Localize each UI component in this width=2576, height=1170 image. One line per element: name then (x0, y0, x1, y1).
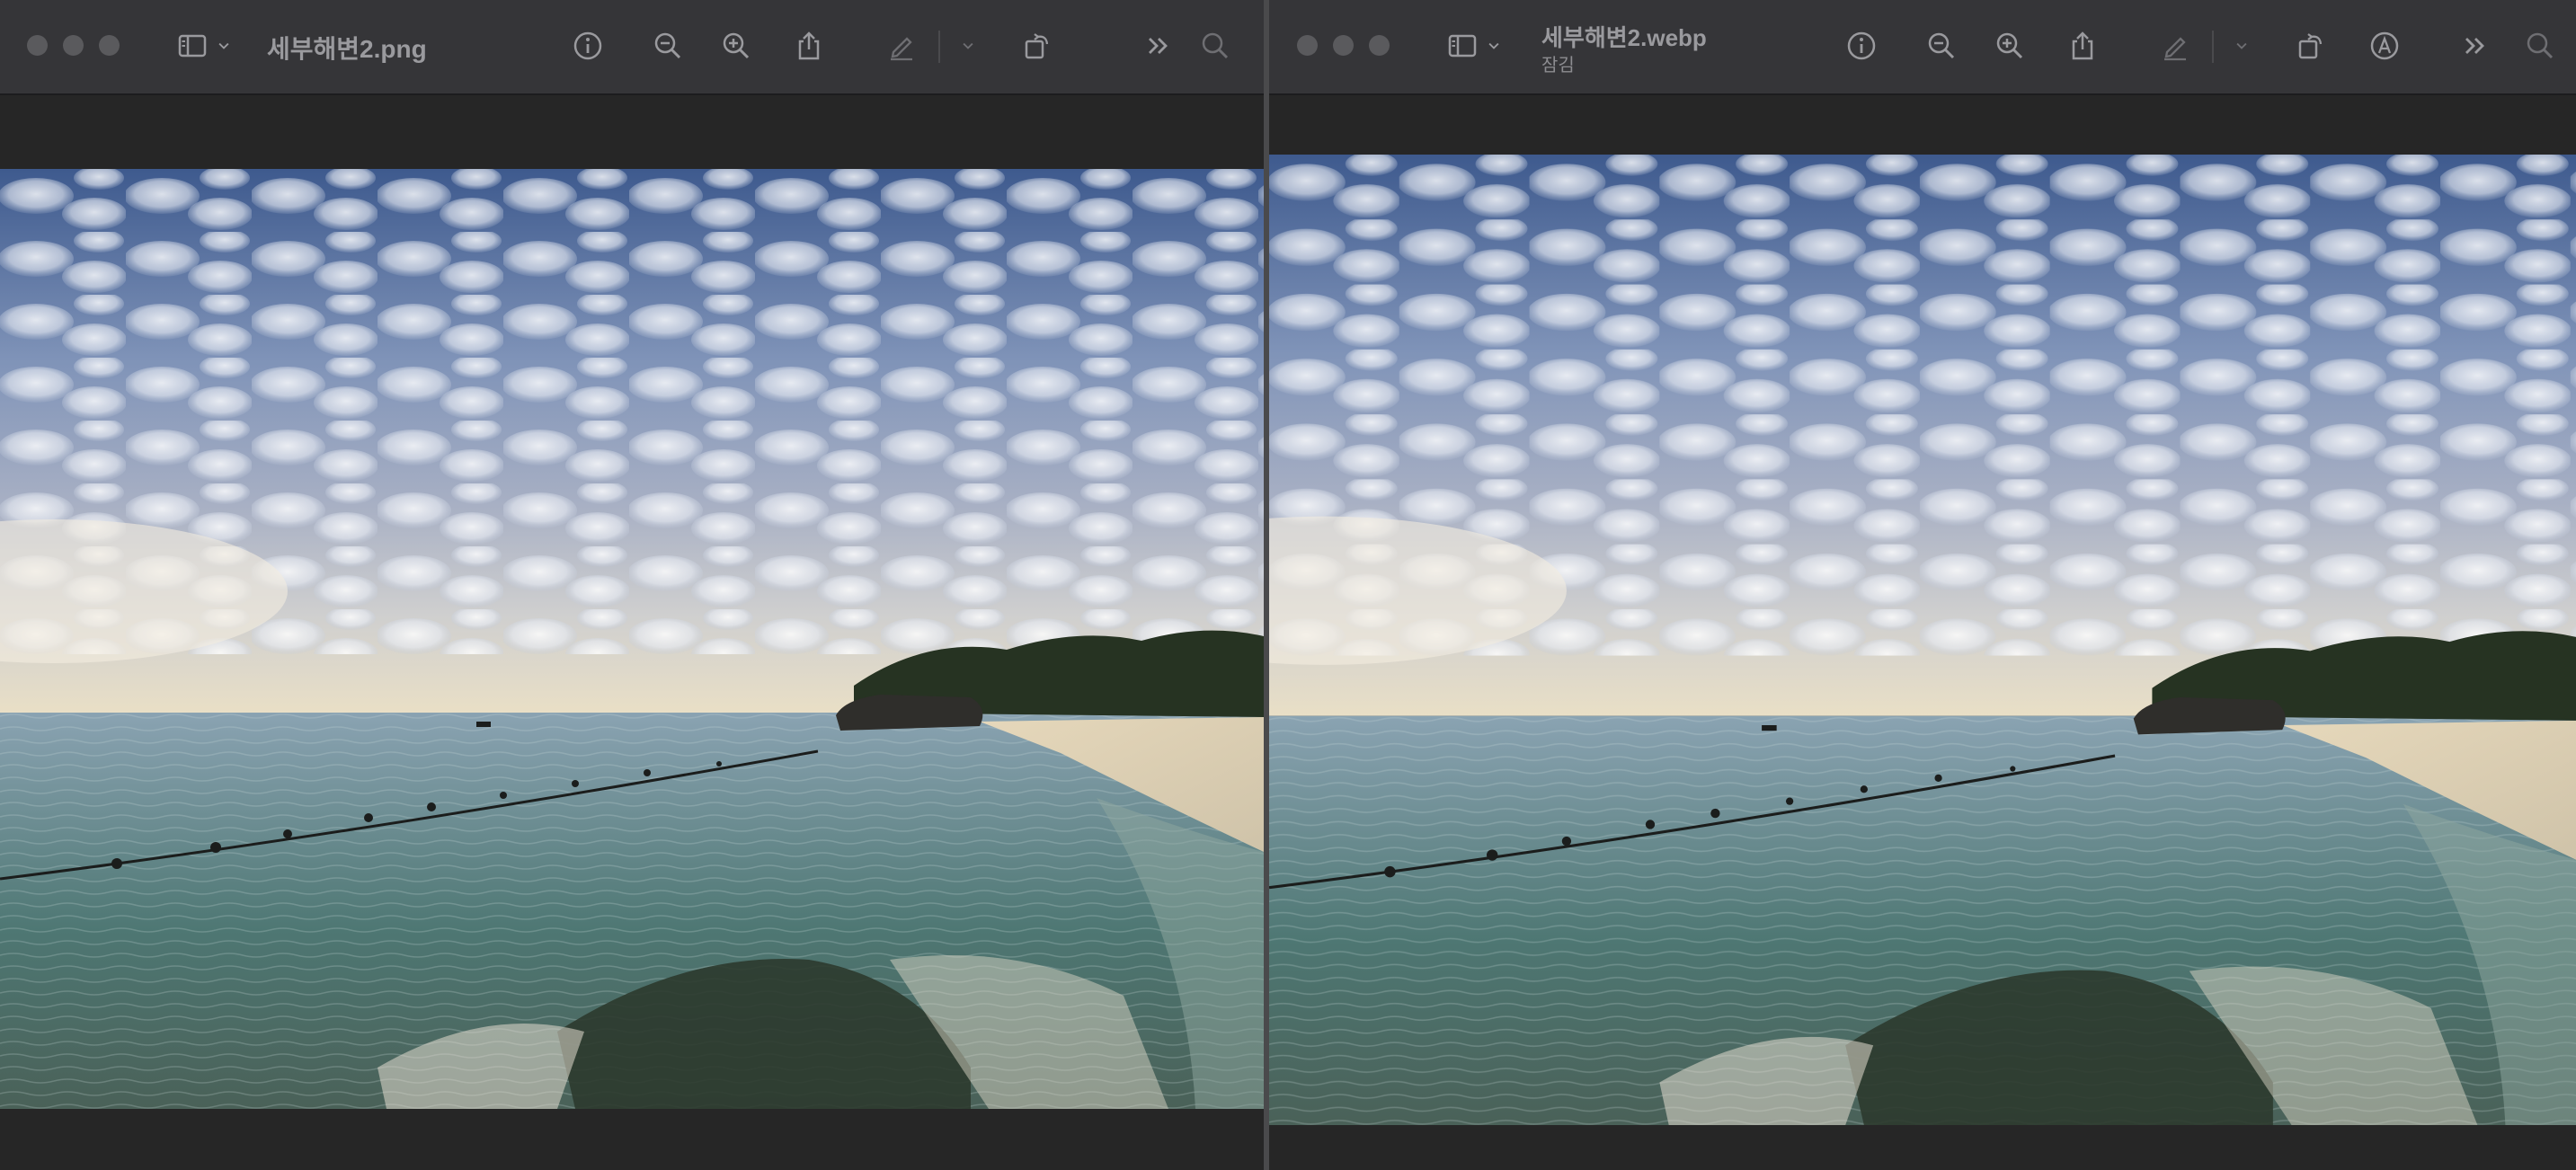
share-icon[interactable] (786, 23, 831, 68)
document-title: 세부해변2.png (267, 35, 427, 63)
markup-pen-icon[interactable] (2153, 23, 2198, 68)
preview-window-left: 세부해변2.png (0, 0, 1264, 1170)
search-icon[interactable] (1193, 23, 1238, 68)
markup-pen-icon[interactable] (879, 23, 924, 68)
toolbar-separator (938, 31, 940, 63)
zoom-button[interactable] (99, 35, 120, 56)
zoom-out-icon[interactable] (645, 23, 690, 68)
info-icon[interactable] (565, 23, 610, 68)
sidebar-toggle-icon[interactable] (170, 23, 215, 68)
zoom-in-icon[interactable] (1987, 23, 2032, 68)
chevron-down-icon[interactable] (955, 23, 982, 68)
close-button[interactable] (27, 35, 48, 56)
more-chevrons-icon[interactable] (2453, 23, 2498, 68)
more-chevrons-icon[interactable] (1136, 23, 1181, 68)
minimize-button[interactable] (63, 35, 84, 56)
locked-status: 잠김 (1541, 56, 1575, 75)
toolbar: 세부해변2.webp 잠김 (1269, 0, 2576, 95)
chevron-down-icon[interactable] (210, 23, 237, 68)
chevron-down-icon[interactable] (1480, 23, 1507, 68)
toolbar-separator (2212, 31, 2214, 63)
info-icon[interactable] (1839, 23, 1884, 68)
document-title: 세부해변2.webp (1541, 24, 1707, 51)
beach-photo (1269, 155, 2576, 1125)
search-icon[interactable] (2518, 23, 2563, 68)
zoom-button[interactable] (1369, 35, 1390, 56)
rotate-icon[interactable] (1015, 23, 1060, 68)
beach-photo (0, 169, 1264, 1109)
zoom-in-icon[interactable] (714, 23, 759, 68)
zoom-out-icon[interactable] (1919, 23, 1964, 68)
minimize-button[interactable] (1333, 35, 1354, 56)
close-button[interactable] (1297, 35, 1318, 56)
rotate-icon[interactable] (2288, 23, 2333, 68)
accessibility-markup-icon[interactable] (2362, 23, 2407, 68)
toolbar: 세부해변2.png (0, 0, 1264, 95)
preview-window-right: 세부해변2.webp 잠김 (1269, 0, 2576, 1170)
share-icon[interactable] (2060, 23, 2105, 68)
sidebar-toggle-icon[interactable] (1440, 23, 1485, 68)
chevron-down-icon[interactable] (2228, 23, 2255, 68)
